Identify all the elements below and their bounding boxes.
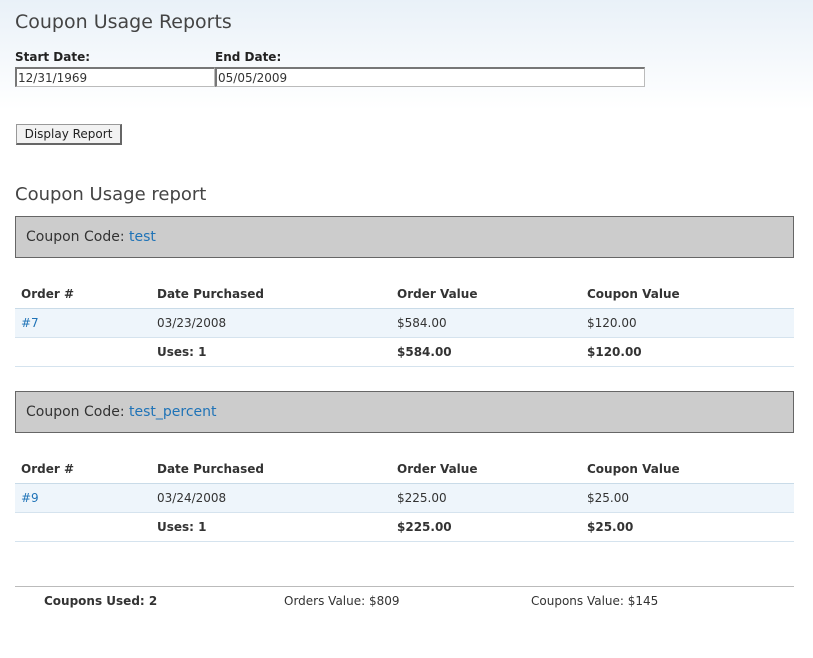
column-header-order: Order # xyxy=(21,287,74,301)
display-report-button[interactable]: Display Report xyxy=(16,124,122,145)
coupon-orders-table: Order # Date Purchased Order Value Coupo… xyxy=(15,455,794,542)
column-header-order: Order # xyxy=(21,462,74,476)
order-link[interactable]: #7 xyxy=(21,309,39,337)
column-header-date: Date Purchased xyxy=(157,462,264,476)
start-date-label: Start Date: xyxy=(15,50,91,64)
start-date-input[interactable] xyxy=(15,67,215,87)
table-row: #9 03/24/2008 $225.00 $25.00 xyxy=(15,484,794,513)
date-purchased: 03/23/2008 xyxy=(157,316,227,330)
page-title: Coupon Usage Reports xyxy=(15,11,232,33)
coupon-value: $120.00 xyxy=(587,316,637,330)
report-title: Coupon Usage report xyxy=(15,184,207,205)
total-coupon-value: $25.00 xyxy=(587,520,634,534)
end-date-label: End Date: xyxy=(215,50,282,64)
table-header-row: Order # Date Purchased Order Value Coupo… xyxy=(15,280,794,309)
coupon-code-header: Coupon Code: test xyxy=(15,216,794,258)
summary-coupons-used: Coupons Used: 2 xyxy=(44,594,158,608)
coupon-code-label: Coupon Code: xyxy=(26,404,125,420)
coupon-orders-table: Order # Date Purchased Order Value Coupo… xyxy=(15,280,794,367)
column-header-coupon-value: Coupon Value xyxy=(587,287,680,301)
coupon-code-link[interactable]: test_percent xyxy=(129,404,217,420)
uses-count: Uses: 1 xyxy=(157,520,207,534)
summary-coupons-value: Coupons Value: $145 xyxy=(531,594,659,608)
summary-orders-value: Orders Value: $809 xyxy=(284,594,400,608)
order-value: $584.00 xyxy=(397,316,447,330)
end-date-input[interactable] xyxy=(215,67,645,87)
table-row: #7 03/23/2008 $584.00 $120.00 xyxy=(15,309,794,338)
order-value: $225.00 xyxy=(397,491,447,505)
total-coupon-value: $120.00 xyxy=(587,345,642,359)
coupon-code-link[interactable]: test xyxy=(129,229,156,245)
total-order-value: $584.00 xyxy=(397,345,452,359)
coupon-value: $25.00 xyxy=(587,491,629,505)
column-header-coupon-value: Coupon Value xyxy=(587,462,680,476)
column-header-order-value: Order Value xyxy=(397,462,478,476)
total-order-value: $225.00 xyxy=(397,520,452,534)
column-header-date: Date Purchased xyxy=(157,287,264,301)
table-header-row: Order # Date Purchased Order Value Coupo… xyxy=(15,455,794,484)
uses-count: Uses: 1 xyxy=(157,345,207,359)
order-link[interactable]: #9 xyxy=(21,484,39,512)
summary-divider xyxy=(15,586,794,587)
table-total-row: Uses: 1 $225.00 $25.00 xyxy=(15,513,794,542)
table-total-row: Uses: 1 $584.00 $120.00 xyxy=(15,338,794,367)
date-purchased: 03/24/2008 xyxy=(157,491,227,505)
column-header-order-value: Order Value xyxy=(397,287,478,301)
coupon-code-label: Coupon Code: xyxy=(26,229,125,245)
coupon-code-header: Coupon Code: test_percent xyxy=(15,391,794,433)
